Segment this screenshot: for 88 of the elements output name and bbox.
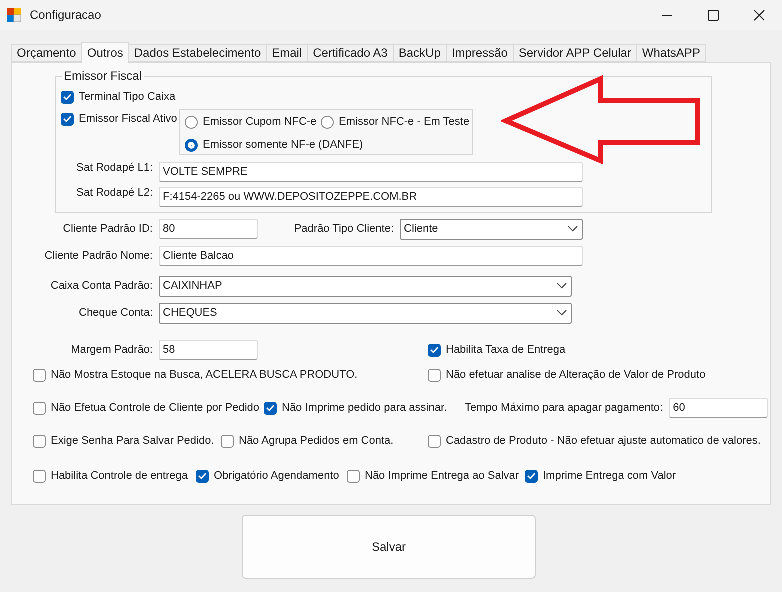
checkbox[interactable]: Não efetuar analise de Alteração de Valor de Produto <box>428 367 706 383</box>
field-label: Margem Padrão: <box>70 344 154 356</box>
checkbox-label: Não Mostra Estoque na Busca, ACELERA BUSCA PRODUTO. <box>51 369 358 381</box>
checkbox[interactable]: Emissor Fiscal Ativo <box>61 111 178 127</box>
radio-button[interactable] <box>321 116 334 128</box>
checkbox-label: Não Agrupa Pedidos em Conta. <box>239 435 394 447</box>
checkbox[interactable]: Não Agrupa Pedidos em Conta. <box>221 433 394 449</box>
checkbox-box[interactable] <box>525 470 538 482</box>
maximize-icon <box>708 10 718 20</box>
app-icon <box>7 8 21 22</box>
checkbox-label: Não Imprime Entrega ao Salvar <box>365 470 520 482</box>
radio-option[interactable]: Emissor NFC-e - Em Teste <box>321 114 470 130</box>
radio-option[interactable]: Emissor somente NF-e (DANFE) <box>185 137 364 153</box>
checkbox-box[interactable] <box>33 434 46 448</box>
save-button[interactable]: Salvar <box>242 515 536 579</box>
chevron-icon <box>568 226 578 232</box>
field-label: Padrão Tipo Cliente: <box>293 223 395 235</box>
checkbox-box[interactable] <box>428 368 441 382</box>
checkbox-box[interactable] <box>347 470 360 482</box>
field-label: Cheque Conta: <box>78 307 154 319</box>
checkbox-box[interactable] <box>196 470 209 482</box>
checkbox[interactable]: Não Efetua Controle de Cliente por Pedido <box>33 400 260 416</box>
text-field[interactable]: Cliente Balcao <box>159 246 583 266</box>
window-title: Configuracao <box>30 8 102 22</box>
radio-label: Emissor somente NF-e (DANFE) <box>203 139 364 151</box>
checkbox-label: Cadastro de Produto - Não efetuar ajuste automatico de valores. <box>446 435 761 447</box>
text-field[interactable]: F:4154-2265 ou WWW.DEPOSITOZEPPE.COM.BR <box>159 187 583 207</box>
checkbox[interactable]: Não Imprime Entrega ao Salvar <box>347 468 520 484</box>
radio-label: Emissor Cupom NFC-e <box>203 116 317 128</box>
checkbox-label: Obrigatório Agendamento <box>214 470 340 482</box>
tab[interactable]: Dados Estabelecimento <box>128 44 268 62</box>
checkbox-box[interactable] <box>33 368 46 382</box>
tab[interactable]: Servidor APP Celular <box>512 44 638 62</box>
text-field[interactable]: VOLTE SEMPRE <box>159 162 583 182</box>
radio-button[interactable] <box>185 116 198 128</box>
field-label: Cliente Padrão ID: <box>62 223 154 235</box>
field-label: Tempo Máximo para apagar pagamento: <box>464 402 664 414</box>
checkbox[interactable]: Exige Senha Para Salvar Pedido. <box>33 433 214 449</box>
checkbox-label: Habilita Taxa de Entrega <box>446 344 566 356</box>
checkbox-box[interactable] <box>61 90 74 104</box>
radio-button[interactable] <box>185 138 198 152</box>
chevron-icon <box>557 283 567 289</box>
text-field[interactable]: 60 <box>669 398 768 418</box>
checkbox-box[interactable] <box>61 112 74 126</box>
checkbox[interactable]: Habilita Taxa de Entrega <box>428 342 566 358</box>
tab[interactable]: Orçamento <box>11 44 82 62</box>
checkbox[interactable]: Terminal Tipo Caixa <box>61 89 176 105</box>
checkbox-label: Imprime Entrega com Valor <box>543 470 676 482</box>
radio-option[interactable]: Emissor Cupom NFC-e <box>185 114 317 130</box>
group-title: Emissor Fiscal <box>62 69 144 83</box>
field-label: Sat Rodapé L1: <box>76 162 154 174</box>
field-label: Cliente Padrão Nome: <box>44 250 154 262</box>
checkbox-box[interactable] <box>264 402 277 414</box>
checkbox-label: Habilita Controle de entrega <box>51 470 188 482</box>
checkbox-box[interactable] <box>428 434 441 448</box>
dropdown[interactable]: CAIXINHAP <box>159 276 572 296</box>
tab[interactable]: BackUp <box>392 44 447 62</box>
checkbox-label: Emissor Fiscal Ativo <box>79 113 178 125</box>
field-label: Sat Rodapé L2: <box>76 187 154 199</box>
checkbox[interactable]: Habilita Controle de entrega <box>33 468 188 484</box>
tab[interactable]: Impressão <box>446 44 514 62</box>
checkbox-box[interactable] <box>33 402 46 414</box>
checkbox[interactable]: Não Mostra Estoque na Busca, ACELERA BUSCA PRODUTO. <box>33 367 358 383</box>
tab[interactable]: WhatsAPP <box>636 44 706 62</box>
close-icon <box>754 10 764 20</box>
checkbox[interactable]: Não Imprime pedido para assinar. <box>264 400 448 416</box>
tab[interactable]: Email <box>266 44 308 62</box>
checkbox-box[interactable] <box>33 470 46 482</box>
tab[interactable]: Outros <box>81 42 130 63</box>
text-field[interactable]: 80 <box>159 219 258 239</box>
checkbox-label: Não efetuar analise de Alteração de Valor de Produto <box>446 369 706 381</box>
text-field[interactable]: 58 <box>159 340 258 360</box>
checkbox-box[interactable] <box>428 344 441 356</box>
dropdown[interactable]: Cliente <box>400 218 583 240</box>
radio-label: Emissor NFC-e - Em Teste <box>339 116 470 128</box>
dropdown[interactable]: CHEQUES <box>159 302 572 324</box>
minimize-icon <box>662 14 672 16</box>
checkbox[interactable]: Imprime Entrega com Valor <box>525 468 676 484</box>
chevron-icon <box>557 310 567 316</box>
field-label: Caixa Conta Padrão: <box>50 280 154 292</box>
checkbox-label: Exige Senha Para Salvar Pedido. <box>51 435 214 447</box>
checkbox-label: Não Imprime pedido para assinar. <box>282 402 448 414</box>
checkbox[interactable]: Cadastro de Produto - Não efetuar ajuste automatico de valores. <box>428 433 761 449</box>
checkbox[interactable]: Obrigatório Agendamento <box>196 468 340 484</box>
checkbox-box[interactable] <box>221 434 234 448</box>
tab[interactable]: Certificado A3 <box>307 44 394 62</box>
checkbox-label: Terminal Tipo Caixa <box>79 91 176 103</box>
checkbox-label: Não Efetua Controle de Cliente por Pedido <box>51 402 260 414</box>
